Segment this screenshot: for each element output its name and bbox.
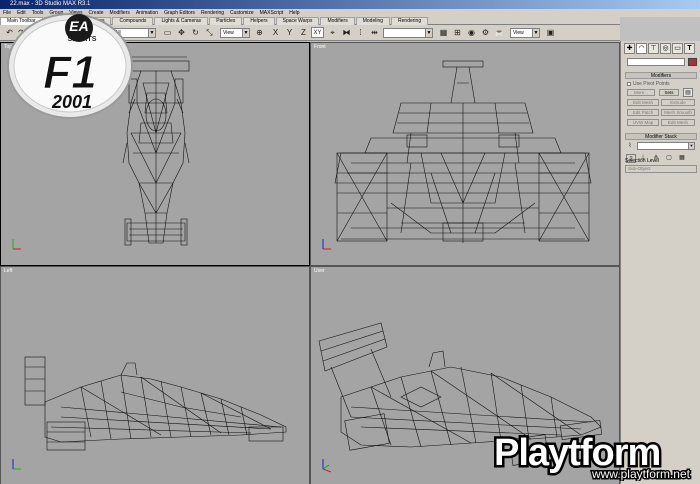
modify-tab-icon[interactable]: ◠ [636, 43, 647, 54]
axis-xy-button[interactable]: XY [311, 27, 324, 38]
chevron-down-icon: ▼ [425, 29, 432, 37]
more-modifiers-button[interactable]: More... [627, 89, 655, 96]
tab-modifiers[interactable]: Modifiers [320, 17, 355, 25]
hierarchy-tab-icon[interactable]: ⊤ [648, 43, 659, 54]
modifier-button-4[interactable]: Mesh Smooth [661, 109, 695, 116]
render-type-dropdown[interactable]: View ▼ [510, 28, 540, 38]
command-panel: ✚ ◠ ⊤ ◎ ▭ T Modifiers Use Pivot Points M… [620, 41, 700, 484]
modifier-button-2[interactable]: Extrude [661, 99, 695, 106]
align-icon[interactable]: ⇹ [369, 27, 380, 38]
svg-text:SPORTS: SPORTS [68, 36, 97, 43]
remove-modifier-icon[interactable]: ▢ [664, 154, 674, 163]
menu-item-help[interactable]: Help [286, 9, 302, 17]
edit-stack-icon[interactable]: ▦ [677, 154, 687, 163]
window-title: 22.max - 3D Studio MAX R3.1 [10, 1, 91, 7]
chevron-down-icon: ▼ [242, 29, 249, 37]
pivot-center-icon[interactable]: ⊕ [254, 27, 265, 38]
modifier-button-6[interactable]: Edit Mesh [661, 119, 695, 126]
reference-coordinate-dropdown[interactable]: View ▼ [220, 28, 250, 38]
region-select-icon[interactable]: ▭ [162, 27, 173, 38]
chevron-down-icon: ▼ [532, 29, 539, 37]
pin-stack-icon[interactable]: ⌇ [626, 142, 634, 150]
axis-constraint-icon[interactable]: ⌖ [327, 27, 338, 38]
viewport-left[interactable]: Left [1, 267, 309, 484]
menu-item-customize[interactable]: Customize [227, 9, 257, 17]
object-name-field[interactable] [627, 58, 685, 66]
track-view-icon[interactable]: ▦ [438, 27, 449, 38]
object-color-swatch[interactable] [688, 58, 697, 66]
svg-text:EA: EA [69, 18, 88, 34]
quick-render-icon[interactable]: ☕ [494, 27, 505, 38]
svg-text:www.playtform.net: www.playtform.net [591, 467, 691, 481]
modifier-stack-rollout-title[interactable]: Modifier Stack [625, 133, 697, 140]
rotate-icon[interactable]: ↻ [190, 27, 201, 38]
render-last-icon[interactable]: ▣ [545, 27, 556, 38]
scale-icon[interactable]: ⤡ [204, 27, 215, 38]
axis-x-button[interactable]: X [270, 27, 281, 38]
material-editor-icon[interactable]: ◉ [466, 27, 477, 38]
tab-rendering[interactable]: Rendering [391, 17, 429, 25]
tab-helpers[interactable]: Helpers [243, 17, 275, 25]
sub-object-dropdown[interactable]: Sub-Object [625, 165, 697, 173]
schematic-view-icon[interactable]: ⊞ [452, 27, 463, 38]
utilities-tab-icon[interactable]: T [684, 43, 695, 54]
chevron-down-icon: ▼ [688, 143, 694, 149]
axis-tripod-icon [12, 459, 21, 470]
command-panel-tabs: ✚ ◠ ⊤ ◎ ▭ T [624, 43, 698, 55]
axis-y-button[interactable]: Y [284, 27, 295, 38]
mirror-icon[interactable]: ⧓ [341, 27, 352, 38]
menu-item-maxscript[interactable]: MAXScript [257, 9, 287, 17]
modifier-button-5[interactable]: UVW Map [627, 119, 659, 126]
sub-object-label: Sub-Object [628, 166, 651, 171]
create-tab-icon[interactable]: ✚ [624, 43, 635, 54]
tab-space-warps[interactable]: Space Warps [275, 17, 320, 25]
tab-modeling[interactable]: Modeling [355, 17, 391, 25]
render-scene-icon[interactable]: ⚙ [480, 27, 491, 38]
svg-text:F1: F1 [43, 46, 97, 98]
menu-item-animation[interactable]: Animation [133, 9, 161, 17]
wireframe-car-left-view [12, 356, 287, 470]
tab-particles[interactable]: Particles [209, 17, 243, 25]
modifier-stack-dropdown[interactable]: ▼ [637, 142, 695, 150]
selection-level-label: Selection Level [625, 158, 659, 164]
array-icon[interactable]: ⁞ [355, 27, 366, 38]
svg-text:2001: 2001 [51, 92, 92, 112]
tab-lights-cameras[interactable]: Lights & Cameras [154, 17, 209, 25]
menu-item-rendering[interactable]: Rendering [198, 9, 227, 17]
modifier-button-1[interactable]: Edit Mesh [627, 99, 659, 106]
render-type-value: View [513, 30, 524, 36]
motion-tab-icon[interactable]: ◎ [660, 43, 671, 54]
viewport-front[interactable]: Front [311, 43, 619, 265]
display-tab-icon[interactable]: ▭ [672, 43, 683, 54]
axis-z-button[interactable]: Z [298, 27, 309, 38]
wireframe-car-front-view [322, 60, 592, 250]
reference-coordinate-value: View [223, 30, 234, 36]
use-pivot-points-checkbox[interactable]: Use Pivot Points [627, 81, 670, 87]
configure-sets-icon[interactable]: ▤ [683, 88, 693, 97]
chevron-down-icon: ▼ [148, 29, 155, 37]
playtform-watermark: Playtform Playtform www.playtform.net ww… [492, 430, 693, 482]
menu-item-graph-editors[interactable]: Graph Editors [161, 9, 198, 17]
named-selection-dropdown[interactable]: ▼ [383, 28, 433, 38]
sets-button[interactable]: Sets [659, 89, 679, 96]
modifiers-rollout-title[interactable]: Modifiers [625, 72, 697, 79]
axis-tripod-icon [12, 239, 21, 250]
axis-tripod-icon [322, 459, 332, 473]
modifier-button-3[interactable]: Edit Patch [627, 109, 659, 116]
ea-sports-f1-2001-logo: EA SPORTS F1 2001 [7, 13, 133, 119]
axis-tripod-icon [322, 239, 331, 250]
move-icon[interactable]: ✥ [176, 27, 187, 38]
